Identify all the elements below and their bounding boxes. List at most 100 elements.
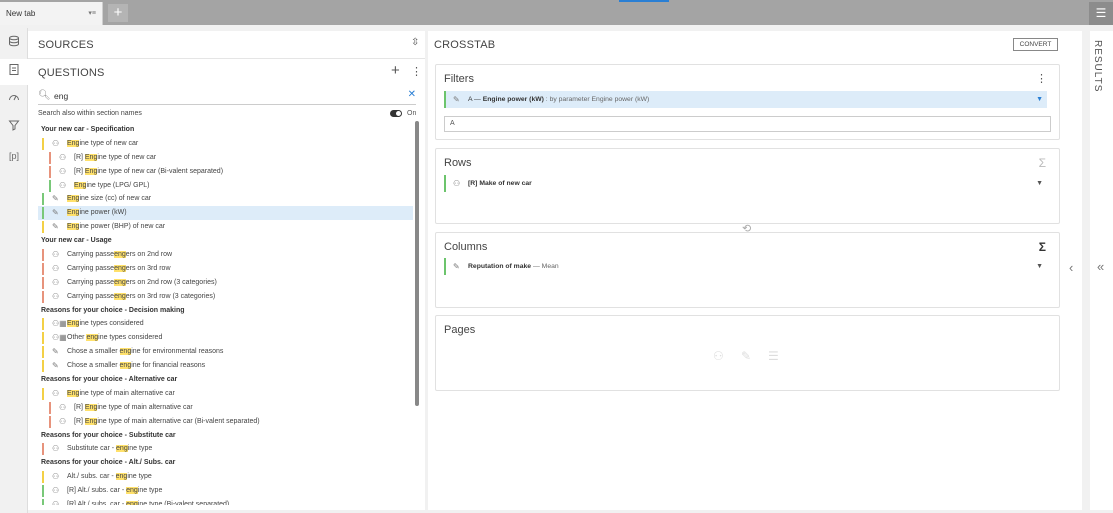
columns-dropdown-icon[interactable]: ▼: [1036, 258, 1043, 275]
multi-choice-icon: ⚇: [59, 416, 67, 426]
variable-type-bar: [49, 165, 51, 178]
variable-type-bar: [42, 193, 44, 206]
rows-item[interactable]: ⚇ [R] Make of new car ▼: [444, 175, 1047, 192]
question-label: Other engine types considered: [67, 334, 163, 342]
multi-choice-icon: ⚇: [52, 388, 60, 398]
section-header[interactable]: Your new car - Usage: [38, 234, 413, 248]
rows-title: Rows: [444, 157, 472, 169]
question-item[interactable]: ⚇ [R] Engine type of main alternative car: [38, 401, 413, 415]
question-item[interactable]: ✎ Engine size (cc) of new car: [38, 192, 413, 206]
search-highlight: eng: [114, 292, 126, 300]
search-highlight: Eng: [84, 417, 98, 425]
pages-title: Pages: [444, 324, 476, 336]
search-icon[interactable]: 🔍︎: [38, 90, 51, 101]
multi-grid-icon: ⚇▦: [52, 333, 67, 343]
search-option-label: Search also within section names: [38, 110, 142, 117]
rows-dropdown-icon[interactable]: ▼: [1036, 175, 1043, 192]
list-menu-icon[interactable]: ☰: [1089, 2, 1113, 25]
columns-item[interactable]: ✎ Reputation of make — Mean ▼: [444, 258, 1047, 275]
question-label: [R] Alt./ subs. car - engine type (Bi-va…: [67, 498, 229, 505]
list-scrollbar[interactable]: [415, 121, 419, 406]
convert-button[interactable]: CONVERT: [1013, 38, 1058, 51]
tab-options-icon[interactable]: ▾≡: [88, 9, 96, 17]
question-label: [R] Engine type of main alternative car …: [74, 417, 260, 425]
new-tab-button[interactable]: +: [108, 4, 128, 22]
ruler-icon: ✎: [52, 194, 59, 204]
variable-type-bar: [42, 276, 44, 289]
ruler-icon: ✎: [52, 208, 59, 218]
columns-item-label: Reputation of make — Mean: [468, 263, 559, 270]
question-item[interactable]: ⚇ [R] Alt./ subs. car - engine type: [38, 484, 413, 498]
multi-choice-icon: ⚇: [52, 500, 60, 505]
section-header[interactable]: Your new car - Specification: [38, 123, 413, 137]
question-item[interactable]: ⚇ Substitute car - engine type: [38, 442, 413, 456]
variable-type-bar: [42, 387, 44, 400]
clear-search-icon[interactable]: ✕: [408, 89, 416, 100]
question-label: Chose a smaller engine for financial rea…: [67, 362, 206, 370]
multi-choice-icon: ⚇: [52, 486, 60, 496]
columns-title: Columns: [444, 241, 488, 253]
question-item[interactable]: ✎ Chose a smaller engine for financial re…: [38, 359, 413, 373]
gauge-icon[interactable]: [0, 87, 28, 113]
ruler-placeholder-icon: ✎: [741, 349, 752, 363]
section-header[interactable]: Reasons for your choice - Substitute car: [38, 429, 413, 443]
toggle-label: On: [407, 110, 417, 117]
filter-icon[interactable]: [0, 115, 28, 141]
variable-type-bar: [42, 207, 44, 220]
question-item[interactable]: ⚇ Carrying passeengers on 3rd row (3 cate…: [38, 290, 413, 304]
question-item[interactable]: ⚇ Engine type (LPG/ GPL): [38, 179, 413, 193]
variable-type-bar: [49, 415, 51, 428]
filter-item[interactable]: ✎ A — Engine power (kW) : by parameter E…: [444, 91, 1047, 108]
tab-bar-accent: [619, 0, 669, 2]
question-label: Engine type (LPG/ GPL): [74, 181, 150, 189]
question-item[interactable]: ⚇▦ Other engine types considered: [38, 331, 413, 345]
variable-type-bar: [42, 485, 44, 498]
tab-new-tab[interactable]: New tab ▾≡: [0, 2, 103, 25]
question-item[interactable]: ⚇ Engine type of main alternative car: [38, 387, 413, 401]
clipboard-icon[interactable]: [0, 59, 28, 85]
search-highlight: Eng: [84, 167, 98, 175]
double-chevron-left-icon[interactable]: «: [1097, 259, 1104, 274]
question-item[interactable]: ✎ Engine power (BHP) of new car: [38, 220, 413, 234]
multi-choice-icon: ⚇: [453, 179, 461, 188]
question-label: Engine type of main alternative car: [67, 389, 175, 397]
parameter-icon[interactable]: [p]: [0, 143, 28, 169]
ruler-icon: ✎: [52, 347, 59, 357]
columns-sigma-icon[interactable]: Σ: [1039, 240, 1046, 254]
section-search-toggle[interactable]: [390, 110, 402, 117]
search-highlight: eng: [126, 487, 138, 495]
filters-more-icon[interactable]: ⋮: [1036, 72, 1047, 85]
section-header[interactable]: Reasons for your choice - Decision makin…: [38, 304, 413, 318]
question-item[interactable]: ✎ Engine power (kW): [38, 206, 413, 221]
question-label: Alt./ subs. car - engine type: [67, 473, 152, 481]
question-item[interactable]: ⚇ Carrying passeengers on 3rd row: [38, 262, 413, 276]
question-item[interactable]: ✎ Chose a smaller engine for environmenta…: [38, 345, 413, 359]
results-label[interactable]: RESULTS: [1092, 40, 1103, 92]
filter-expression-input[interactable]: A: [444, 116, 1051, 132]
question-item[interactable]: ⚇ Carrying passeengers on 2nd row (3 cate…: [38, 276, 413, 290]
question-item[interactable]: ⚇ [R] Engine type of main alternative car…: [38, 415, 413, 429]
search-highlight: eng: [114, 264, 126, 272]
section-header[interactable]: Reasons for your choice - Alternative ca…: [38, 373, 413, 387]
question-item[interactable]: ⚇ Carrying passeengers on 2nd row: [38, 248, 413, 262]
question-label: Engine power (kW): [67, 209, 127, 217]
variable-type-bar: [42, 332, 44, 345]
search-highlight: Eng: [67, 139, 80, 147]
multi-choice-icon: ⚇: [52, 444, 60, 454]
list-placeholder-icon: ☰: [768, 349, 779, 363]
multi-choice-icon: ⚇: [52, 277, 60, 287]
pages-card: Pages ⚇ ✎ ☰: [435, 315, 1060, 391]
search-input[interactable]: [54, 89, 384, 103]
chevron-left-icon[interactable]: ‹: [1069, 260, 1073, 275]
question-item[interactable]: ⚇ [R] Engine type of new car: [38, 151, 413, 165]
database-icon[interactable]: [0, 31, 28, 57]
question-item[interactable]: ⚇▦ Engine types considered: [38, 317, 413, 331]
question-item[interactable]: ⚇ Alt./ subs. car - engine type: [38, 470, 413, 484]
rows-sigma-icon[interactable]: Σ: [1039, 156, 1046, 170]
filter-dropdown-icon[interactable]: ▼: [1036, 91, 1043, 108]
question-item[interactable]: ⚇ [R] Engine type of new car (Bi-valent s…: [38, 165, 413, 179]
question-item[interactable]: ⚇ [R] Alt./ subs. car - engine type (Bi-v…: [38, 498, 413, 505]
question-item[interactable]: ⚇ Engine type of new car: [38, 137, 413, 151]
multi-choice-icon: ⚇: [59, 152, 67, 162]
section-header[interactable]: Reasons for your choice - Alt./ Subs. ca…: [38, 456, 413, 470]
